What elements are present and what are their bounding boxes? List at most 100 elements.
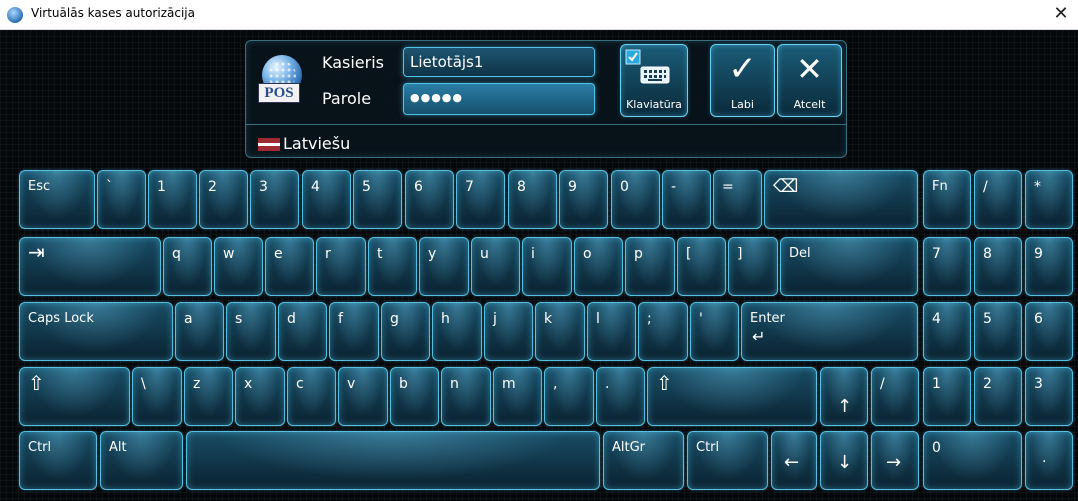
key-esc[interactable]: Esc xyxy=(19,170,95,229)
key-label: - xyxy=(671,179,677,195)
cancel-button[interactable]: ✕ Atcelt xyxy=(777,44,842,117)
key-numpad-star[interactable]: * xyxy=(1025,170,1073,229)
key-label: 0 xyxy=(932,440,941,456)
key-enter[interactable]: Enter ↵ xyxy=(741,302,918,361)
key-7[interactable]: 7 xyxy=(456,170,505,229)
key-label: t xyxy=(377,246,383,262)
key-n[interactable]: n xyxy=(441,367,491,426)
key-8[interactable]: 8 xyxy=(508,170,557,229)
key-x[interactable]: x xyxy=(235,367,285,426)
key-numpad-dot[interactable]: . xyxy=(1025,431,1073,490)
key-a[interactable]: a xyxy=(175,302,224,361)
key-j[interactable]: j xyxy=(484,302,533,361)
key-left-shift[interactable]: ⇧ xyxy=(19,367,130,426)
key-arrow-down[interactable]: ↓ xyxy=(820,431,868,490)
key-numpad-5[interactable]: 5 xyxy=(974,302,1022,361)
key-period[interactable]: . xyxy=(596,367,645,426)
cashier-input[interactable]: Lietotājs1 xyxy=(403,47,595,77)
key-4[interactable]: 4 xyxy=(302,170,351,229)
language-selector[interactable]: Latviešu xyxy=(283,134,350,153)
ok-button[interactable]: ✓ Labi xyxy=(710,44,775,117)
key-2[interactable]: 2 xyxy=(199,170,248,229)
key-o[interactable]: o xyxy=(574,237,623,296)
key-l[interactable]: l xyxy=(587,302,636,361)
password-input[interactable]: ●●●●● xyxy=(403,83,595,115)
key-e[interactable]: e xyxy=(265,237,314,296)
key-label: 8 xyxy=(983,246,992,262)
key-9[interactable]: 9 xyxy=(559,170,608,229)
key-3[interactable]: 3 xyxy=(250,170,299,229)
key-r[interactable]: r xyxy=(316,237,366,296)
key-numpad-9[interactable]: 9 xyxy=(1025,237,1073,296)
key-z[interactable]: z xyxy=(184,367,233,426)
key-q[interactable]: q xyxy=(163,237,212,296)
key-numpad-6[interactable]: 6 xyxy=(1025,302,1073,361)
key-altgr[interactable]: AltGr xyxy=(603,431,684,490)
key-g[interactable]: g xyxy=(381,302,430,361)
key-b[interactable]: b xyxy=(390,367,439,426)
key-numpad-4[interactable]: 4 xyxy=(923,302,971,361)
login-panel: POS Kasieris Parole Lietotājs1 ●●●●● Kla… xyxy=(245,40,847,158)
key-left-ctrl[interactable]: Ctrl xyxy=(19,431,97,490)
key-tab[interactable]: ⇥ xyxy=(19,237,161,296)
key-label: . xyxy=(1042,450,1047,466)
key-arrow-right[interactable]: → xyxy=(871,431,919,490)
key-numpad-7[interactable]: 7 xyxy=(923,237,971,296)
panel-divider xyxy=(246,124,846,125)
key-backtick[interactable]: ` xyxy=(97,170,146,229)
key-w[interactable]: w xyxy=(214,237,263,296)
key-arrow-left[interactable]: ← xyxy=(771,431,817,490)
key-c[interactable]: c xyxy=(287,367,336,426)
key-fn[interactable]: Fn xyxy=(923,170,971,229)
key-slash[interactable]: / xyxy=(871,367,919,426)
key-numpad-0[interactable]: 0 xyxy=(923,431,1022,490)
key-1[interactable]: 1 xyxy=(148,170,197,229)
key-numpad-8[interactable]: 8 xyxy=(974,237,1022,296)
key-numpad-slash[interactable]: / xyxy=(974,170,1022,229)
key-caps-lock[interactable]: Caps Lock xyxy=(19,302,173,361)
key-v[interactable]: v xyxy=(338,367,388,426)
key-space[interactable] xyxy=(186,431,600,490)
key-k[interactable]: k xyxy=(535,302,585,361)
key-u[interactable]: u xyxy=(471,237,520,296)
key-label: 6 xyxy=(1034,311,1043,327)
key-numpad-2[interactable]: 2 xyxy=(974,367,1022,426)
key-right-ctrl[interactable]: Ctrl xyxy=(687,431,768,490)
key-5[interactable]: 5 xyxy=(353,170,402,229)
key-left-bracket[interactable]: [ xyxy=(677,237,726,296)
key-delete[interactable]: Del xyxy=(780,237,918,296)
key-right-shift[interactable]: ⇧ xyxy=(647,367,817,426)
key-i[interactable]: i xyxy=(522,237,572,296)
key-label: 7 xyxy=(465,179,474,195)
key-right-bracket[interactable]: ] xyxy=(728,237,778,296)
key-m[interactable]: m xyxy=(493,367,542,426)
key-equals[interactable]: = xyxy=(713,170,762,229)
password-label: Parole xyxy=(322,89,372,108)
key-s[interactable]: s xyxy=(226,302,276,361)
key-label: Fn xyxy=(932,179,948,194)
key-numpad-3[interactable]: 3 xyxy=(1025,367,1073,426)
key-quote[interactable]: ' xyxy=(690,302,739,361)
key-f[interactable]: f xyxy=(329,302,379,361)
key-label: r xyxy=(325,246,331,262)
keyboard-toggle-button[interactable]: Klaviatūra xyxy=(620,44,688,117)
key-t[interactable]: t xyxy=(368,237,417,296)
key-6[interactable]: 6 xyxy=(405,170,454,229)
key-semicolon[interactable]: ; xyxy=(638,302,688,361)
key-left-alt[interactable]: Alt xyxy=(100,431,183,490)
key-label: , xyxy=(553,376,558,392)
key-p[interactable]: p xyxy=(625,237,675,296)
key-0[interactable]: 0 xyxy=(611,170,660,229)
key-backspace[interactable]: ⌫ xyxy=(764,170,918,229)
key-backslash[interactable]: \ xyxy=(132,367,182,426)
keyboard-button-label: Klaviatūra xyxy=(626,98,682,111)
key-label: f xyxy=(338,311,343,327)
key-arrow-up[interactable]: ↑ xyxy=(820,367,868,426)
key-numpad-1[interactable]: 1 xyxy=(923,367,971,426)
key-d[interactable]: d xyxy=(278,302,327,361)
key-y[interactable]: y xyxy=(419,237,469,296)
key-h[interactable]: h xyxy=(432,302,482,361)
key-comma[interactable]: , xyxy=(544,367,594,426)
window-close-button[interactable]: ✕ xyxy=(1050,3,1072,25)
key-minus[interactable]: - xyxy=(662,170,711,229)
